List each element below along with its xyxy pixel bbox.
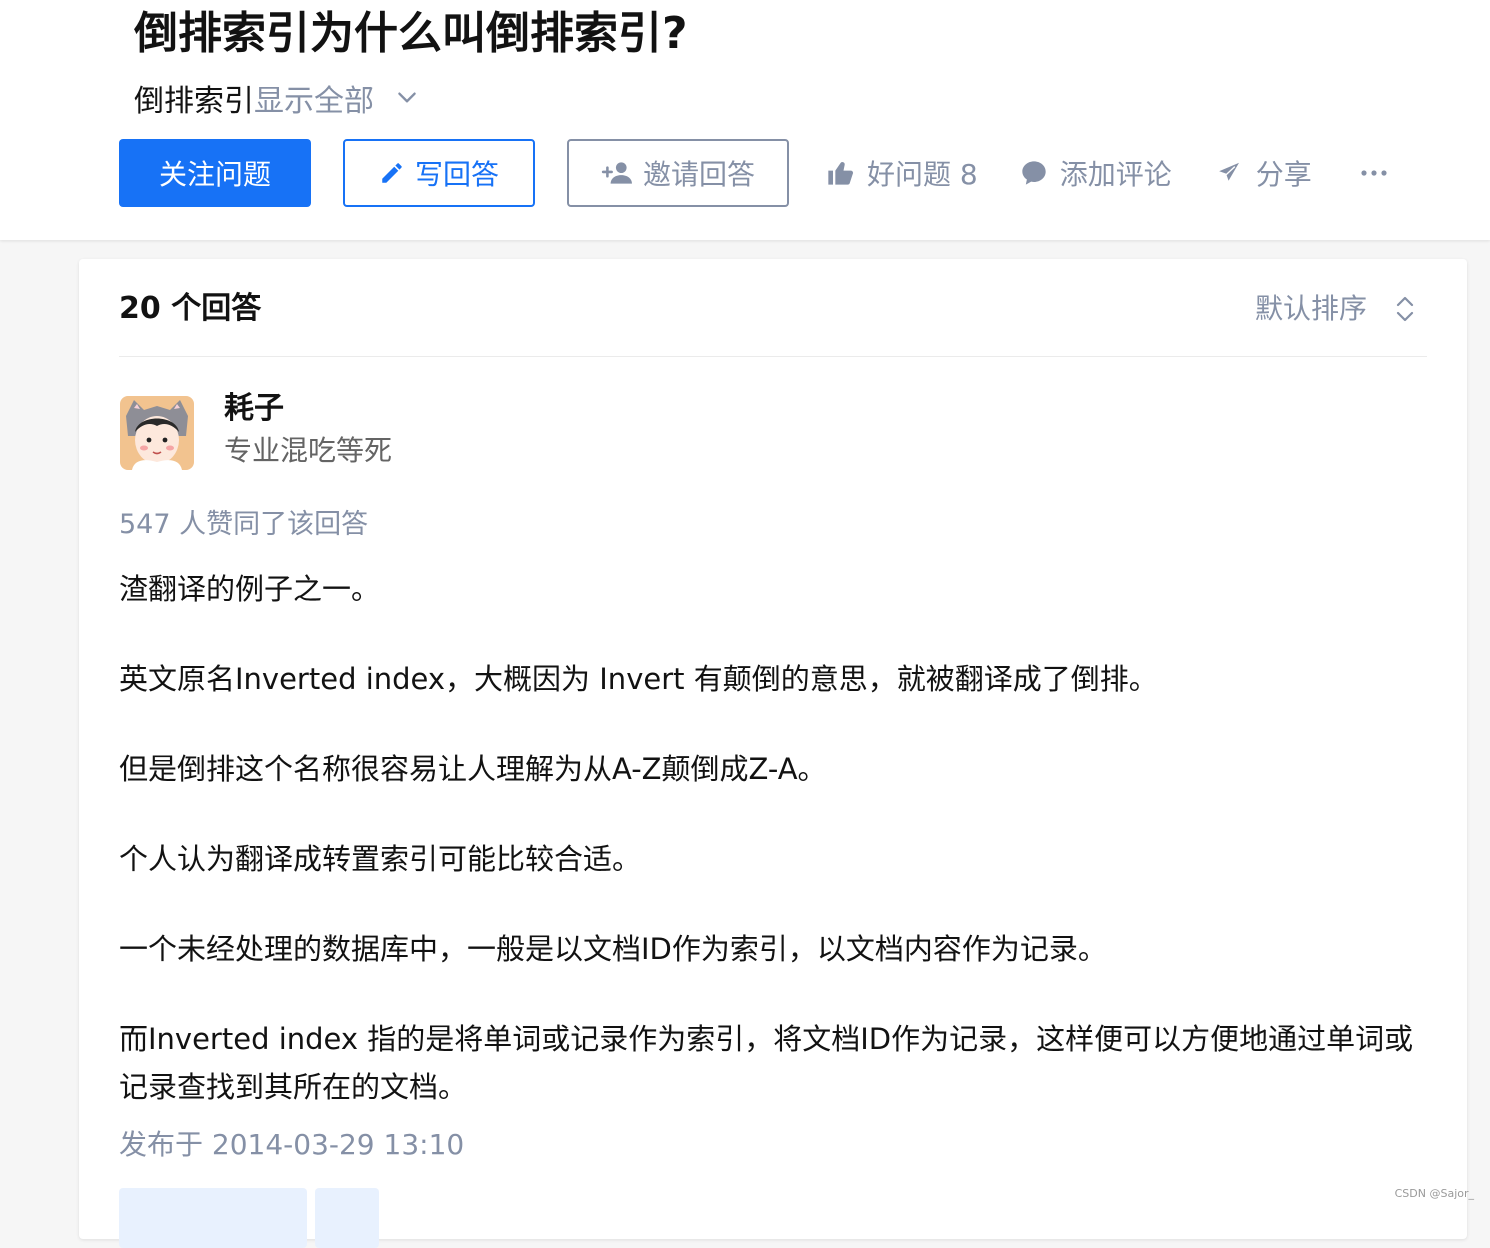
topic-tag[interactable]: 倒排索引 (134, 76, 254, 120)
add-comment-label: 添加评论 (1059, 158, 1172, 191)
share-label: 分享 (1255, 158, 1312, 191)
good-question-button[interactable]: 好问题 8 (825, 139, 978, 207)
answer-paragraph: 一个未经处理的数据库中，一般是以文档ID作为索引，以文档内容作为记录。 (119, 932, 1107, 966)
avatar[interactable] (120, 396, 194, 470)
share-button[interactable]: 分享 (1214, 139, 1312, 207)
chevron-down-icon[interactable] (394, 85, 420, 111)
sort-label: 默认排序 (1254, 292, 1367, 325)
question-header: 倒排索引为什么叫倒排索引? 倒排索引 显示全部 关注问题 写回答 邀请回答 好问… (0, 0, 1490, 240)
answer-paragraph: 而Inverted index 指的是将单词或记录作为索引，将文档ID作为记录，… (119, 1022, 1414, 1104)
watermark: CSDN @Sajor_ (1394, 1187, 1474, 1200)
author-name[interactable]: 耗子 (224, 389, 284, 429)
answer-action-bar (119, 1188, 379, 1248)
invite-answer-label: 邀请回答 (642, 158, 755, 191)
comment-icon (1022, 161, 1046, 185)
good-question-label: 好问题 8 (867, 158, 978, 191)
vote-count-text: 547 人赞同了该回答 (119, 509, 369, 540)
author-bio: 专业混吃等死 (224, 434, 393, 467)
answers-card: 20 个回答 默认排序 耗子 专业混吃等死 547 人赞同了该回答 渣翻译的例子… (79, 259, 1467, 1248)
answer-paragraph: 个人认为翻译成转置索引可能比较合适。 (119, 842, 642, 876)
more-actions-button[interactable] (1360, 139, 1400, 207)
divider (119, 356, 1427, 357)
invite-answer-button[interactable]: 邀请回答 (567, 139, 789, 207)
write-answer-label: 写回答 (414, 158, 499, 191)
avatar-image (120, 396, 194, 470)
sort-dropdown[interactable]: 默认排序 (1255, 289, 1415, 329)
follow-question-button[interactable]: 关注问题 (119, 139, 311, 207)
sort-arrows-icon (1396, 296, 1414, 322)
vote-up-button[interactable] (119, 1188, 307, 1248)
answer-paragraph: 渣翻译的例子之一。 (119, 572, 381, 606)
show-all-link[interactable]: 显示全部 (254, 76, 374, 120)
add-user-icon (601, 162, 632, 184)
answers-count: 20 个回答 (119, 291, 262, 326)
write-answer-button[interactable]: 写回答 (343, 139, 535, 207)
topic-row: 倒排索引 显示全部 (134, 76, 420, 120)
add-comment-button[interactable]: 添加评论 (1020, 139, 1172, 207)
question-actions: 关注问题 写回答 邀请回答 好问题 8 添加评论 分享 (119, 139, 1400, 207)
follow-question-label: 关注问题 (158, 158, 271, 191)
publish-date[interactable]: 发布于 2014-03-29 13:10 (119, 1125, 464, 1165)
answer-paragraph: 但是倒排这个名称很容易让人理解为从A-Z颠倒成Z-A。 (119, 752, 827, 786)
thumbs-up-icon (828, 162, 854, 185)
more-icon (1361, 170, 1387, 176)
vote-down-button[interactable] (315, 1188, 379, 1248)
answer-paragraph: 英文原名Inverted index，大概因为 Invert 有颠倒的意思，就被… (119, 662, 1158, 696)
question-title: 倒排索引为什么叫倒排索引? (134, 8, 688, 59)
paper-plane-icon (1216, 160, 1242, 184)
pencil-icon (382, 163, 402, 183)
